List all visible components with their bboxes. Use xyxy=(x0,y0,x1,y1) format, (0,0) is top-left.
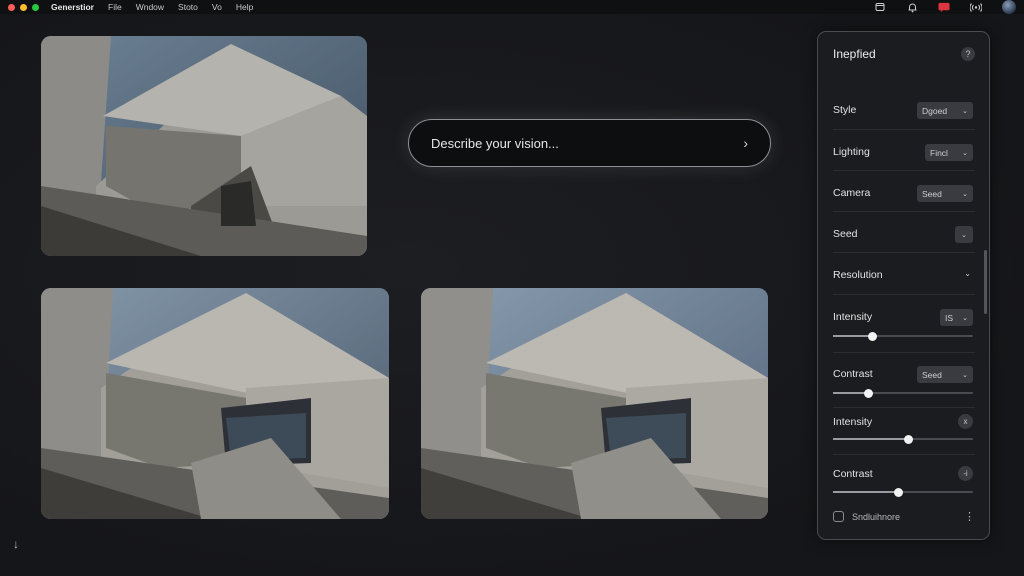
divider xyxy=(833,454,975,455)
contrast-slider[interactable] xyxy=(833,388,973,398)
menu-window[interactable]: Wndow xyxy=(136,2,164,12)
help-button[interactable]: ? xyxy=(961,47,975,61)
download-icon[interactable]: ↓ xyxy=(13,537,19,551)
building-photo xyxy=(41,288,389,519)
intensity-label: Intensity xyxy=(833,416,873,428)
resolution-label: Resolution xyxy=(833,269,883,281)
slider-handle[interactable] xyxy=(894,487,904,497)
seed-label: Seed xyxy=(833,228,858,240)
app-name-menu[interactable]: Generstior xyxy=(51,2,94,12)
chevron-down-icon: ⌄ xyxy=(962,149,968,157)
slider-handle[interactable] xyxy=(863,388,873,398)
intensity-slider[interactable] xyxy=(833,331,973,341)
intensity-slider-2[interactable] xyxy=(833,434,973,444)
style-select[interactable]: Dgoed ⌄ xyxy=(917,102,973,119)
contrast-select[interactable]: Seed ⌄ xyxy=(917,366,973,383)
menu-bar: Generstior File Wndow Stoto Vo Help xyxy=(0,0,1024,14)
window-controls xyxy=(8,3,39,11)
panel-title: Inepfied xyxy=(833,47,876,61)
prompt-bar: › xyxy=(408,119,771,167)
slider-handle[interactable] xyxy=(904,434,914,444)
contrast-label: Contrast xyxy=(833,368,873,380)
style-row: Style Dgoed ⌄ xyxy=(833,102,973,119)
slider-fill xyxy=(833,438,909,440)
resolution-row[interactable]: Resolution ⌄ xyxy=(833,267,973,284)
generated-image-1[interactable] xyxy=(41,36,367,256)
seed-row: Seed ⌄ xyxy=(833,226,973,243)
minimize-window-button[interactable] xyxy=(20,3,27,11)
prompt-input[interactable] xyxy=(431,135,744,151)
lighting-row: Lighting Fincl ⌄ xyxy=(833,144,973,161)
slider-handle[interactable] xyxy=(867,331,877,341)
chevron-down-icon: ⌄ xyxy=(962,371,968,379)
zoom-window-button[interactable] xyxy=(32,3,39,11)
slider-fill xyxy=(833,335,873,337)
camera-select[interactable]: Seed ⌄ xyxy=(917,185,973,202)
style-value: Dgoed xyxy=(922,105,948,116)
close-window-button[interactable] xyxy=(8,3,15,11)
chevron-down-icon: ⌄ xyxy=(962,107,968,115)
lighting-value: Fincl xyxy=(930,147,948,158)
intensity-row-2: Intensity x xyxy=(833,414,973,444)
contrast-label: Contrast xyxy=(833,468,873,480)
contrast-row: Contrast Seed ⌄ xyxy=(833,366,973,398)
reset-button[interactable]: -i xyxy=(958,466,973,481)
bell-icon[interactable] xyxy=(906,1,918,13)
wireless-icon[interactable] xyxy=(970,1,982,13)
chevron-down-icon: ⌄ xyxy=(962,314,968,322)
more-options-icon[interactable]: ⋮ xyxy=(964,510,975,523)
contrast-value: Seed xyxy=(922,369,942,380)
window-icon[interactable] xyxy=(874,1,886,13)
save-preset-icon[interactable] xyxy=(833,511,844,522)
settings-panel: Inepfied ? Style Dgoed ⌄ Lighting Fincl … xyxy=(817,31,990,540)
divider xyxy=(833,170,975,171)
slider-fill xyxy=(833,392,868,394)
lighting-select[interactable]: Fincl ⌄ xyxy=(925,144,973,161)
contrast-row-2: Contrast -i xyxy=(833,466,973,497)
building-photo xyxy=(421,288,768,519)
camera-row: Camera Seed ⌄ xyxy=(833,185,973,202)
generated-image-2[interactable] xyxy=(41,288,389,519)
contrast-slider-2[interactable] xyxy=(833,487,973,497)
menu-file[interactable]: File xyxy=(108,2,122,12)
divider xyxy=(833,252,975,253)
divider xyxy=(833,211,975,212)
menu-view[interactable]: Vo xyxy=(212,2,222,12)
menu-store[interactable]: Stoto xyxy=(178,2,198,12)
chevron-down-icon: ⌄ xyxy=(962,190,968,198)
chevron-right-icon[interactable]: › xyxy=(743,135,748,151)
divider xyxy=(833,294,975,295)
camera-value: Seed xyxy=(922,188,942,199)
reset-button[interactable]: x xyxy=(958,414,973,429)
camera-label: Camera xyxy=(833,187,871,199)
intensity-value: IS xyxy=(945,312,954,323)
chevron-down-icon: ⌄ xyxy=(961,231,967,239)
generated-image-3[interactable] xyxy=(421,288,768,519)
intensity-select[interactable]: IS ⌄ xyxy=(940,309,973,326)
avatar[interactable] xyxy=(1002,0,1016,14)
intensity-label: Intensity xyxy=(833,311,873,323)
message-alert-icon[interactable] xyxy=(938,1,950,13)
divider xyxy=(833,407,975,408)
panel-footer: Sndluihnore ⋮ xyxy=(833,510,975,523)
chevron-down-icon[interactable]: ⌄ xyxy=(964,269,971,278)
divider xyxy=(833,129,975,130)
slider-fill xyxy=(833,491,899,493)
seed-select[interactable]: ⌄ xyxy=(955,226,973,243)
lighting-label: Lighting xyxy=(833,146,870,158)
panel-scrollbar[interactable] xyxy=(984,250,987,314)
intensity-row: Intensity IS ⌄ xyxy=(833,309,973,341)
divider xyxy=(833,352,975,353)
style-label: Style xyxy=(833,104,857,116)
building-photo xyxy=(41,36,367,256)
menu-help[interactable]: Help xyxy=(236,2,253,12)
footer-label[interactable]: Sndluihnore xyxy=(852,512,964,522)
